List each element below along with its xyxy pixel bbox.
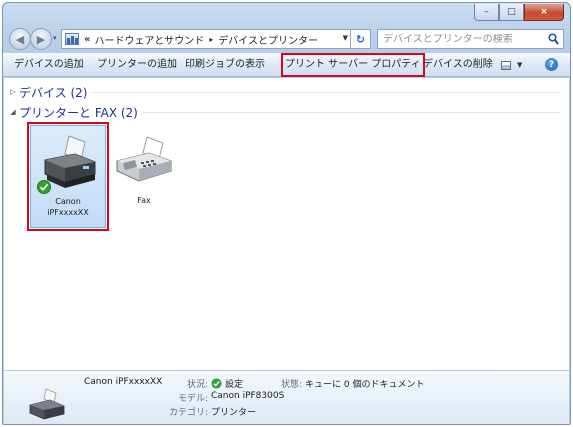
search-box[interactable] (377, 29, 564, 49)
navigation-row: ◀ ▶ ▾ « ハードウェアとサウンド ▸ デバイスとプリンター ▼ ↻ (3, 25, 570, 53)
device-list: ▷ デバイス (2) ◢ プリンターと FAX (2) Canon iPFxxx… (4, 78, 569, 370)
group-expanded-icon[interactable]: ◢ (7, 108, 19, 116)
forward-arrow-icon: ▶ (36, 32, 46, 46)
view-dropdown-arrow: ▼ (517, 61, 523, 69)
close-button[interactable]: × (524, 4, 564, 21)
group-collapsed-icon[interactable]: ▷ (7, 88, 19, 96)
printer-name-line2: iPFxxxxXX (47, 208, 89, 217)
fax-icon (116, 136, 172, 182)
default-check-icon (37, 180, 51, 194)
see-print-jobs-button[interactable]: 印刷ジョブの表示 (185, 57, 265, 73)
group-printers-label[interactable]: プリンターと FAX (2) (19, 104, 143, 121)
address-dropdown[interactable]: ▼ (343, 34, 348, 42)
change-view-button[interactable]: ▼ (501, 59, 527, 71)
refresh-icon[interactable]: ↻ (350, 29, 370, 49)
category-value: プリンター (211, 408, 257, 418)
category-label: カテゴリ: (168, 408, 208, 418)
explorer-window: – □ × ◀ ▶ ▾ « ハードウェアとサウンド ▸ デバイスとプリンター ▼… (2, 2, 571, 425)
status-value: 設定 (211, 377, 243, 390)
group-devices-label[interactable]: デバイス (2) (19, 84, 92, 101)
back-button[interactable]: ◀ (9, 28, 31, 50)
add-device-button[interactable]: デバイスの追加 (14, 57, 84, 73)
print-server-properties-button[interactable]: プリント サーバー プロパティ (281, 53, 425, 77)
printer-item-canon[interactable]: Canon iPFxxxxXX (27, 122, 109, 231)
state-label: 状態: (280, 380, 302, 390)
group-devices[interactable]: ▷ デバイス (2) (4, 83, 561, 101)
search-input[interactable] (383, 33, 543, 45)
minimize-button[interactable]: – (474, 4, 499, 21)
model-label: モデル: (177, 394, 208, 404)
status-ok-icon (211, 378, 222, 389)
back-arrow-icon: ◀ (15, 32, 25, 46)
address-bar[interactable]: « ハードウェアとサウンド ▸ デバイスとプリンター ▼ ↻ (61, 29, 371, 49)
control-panel-icon (65, 33, 79, 45)
printer-icon (29, 388, 65, 420)
status-label: 状況: (186, 380, 208, 390)
maximize-button[interactable]: □ (499, 4, 524, 21)
command-bar: デバイスの追加 プリンターの追加 印刷ジョブの表示 プリント サーバー プロパテ… (3, 53, 570, 77)
fax-name: Fax (137, 196, 151, 205)
search-icon[interactable] (548, 33, 559, 45)
status-value-text: 設定 (225, 380, 244, 390)
group-printers-and-fax[interactable]: ◢ プリンターと FAX (2) (4, 103, 561, 121)
remove-device-button[interactable]: デバイスの削除 (423, 57, 493, 73)
printer-item-fax[interactable]: Fax (107, 125, 181, 228)
help-icon[interactable]: ? (545, 58, 558, 71)
breadcrumb-hardware-and-sound[interactable]: ハードウェアとサウンド (94, 32, 204, 47)
forward-button[interactable]: ▶ (30, 28, 52, 50)
state-value: キューに 0 個のドキュメント (305, 380, 425, 390)
breadcrumb-devices-and-printers[interactable]: デバイスとプリンター (218, 32, 318, 47)
group-divider (142, 112, 561, 113)
view-icon (501, 60, 511, 70)
recent-pages-dropdown[interactable]: ▾ (53, 34, 57, 42)
caption-buttons: – □ × (474, 4, 564, 21)
title-bar: – □ × (3, 3, 570, 25)
breadcrumb-separator[interactable]: ▸ (209, 35, 213, 44)
model-value: Canon iPF8300S (211, 391, 285, 401)
printer-name-line1: Canon (55, 197, 81, 206)
add-printer-button[interactable]: プリンターの追加 (97, 57, 177, 73)
address-overflow[interactable]: « (84, 34, 90, 45)
details-pane: Canon iPFxxxxXX 状況: 設定 状態: キューに 0 個のドキュメ… (4, 370, 569, 424)
group-divider (92, 92, 561, 93)
